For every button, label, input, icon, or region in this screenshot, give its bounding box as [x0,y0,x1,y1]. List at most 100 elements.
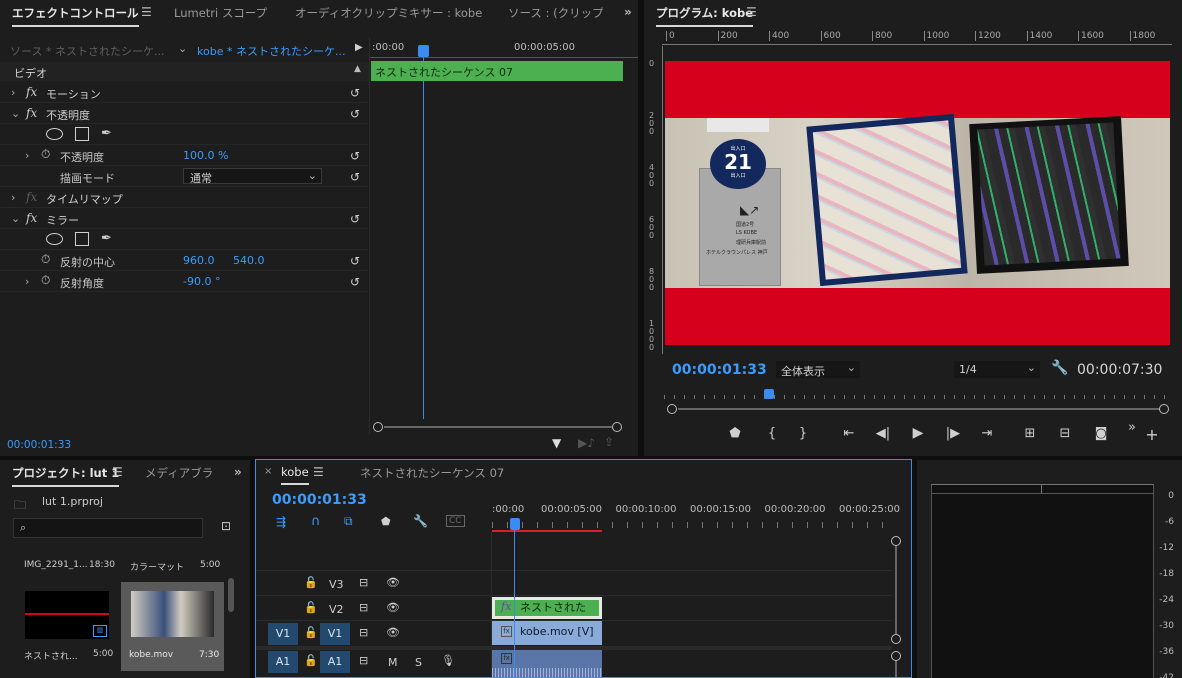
reflect-angle-row[interactable]: › ⏱ 反射角度 -90.0 ° ↺ [0,271,368,292]
snap-icon[interactable]: ∩ [311,514,321,529]
track-target-a1[interactable]: A1 [320,651,350,673]
expand-chevron-icon[interactable]: › [25,149,29,162]
fx-icon[interactable]: fx [26,85,37,99]
panel-menu-icon[interactable]: ☰ [112,465,123,479]
add-button-icon[interactable]: + [1142,425,1162,444]
reflect-angle-value[interactable]: -90.0 ° [183,275,220,288]
mark-out-icon[interactable]: } [793,426,813,441]
reflect-center-y[interactable]: 540.0 [233,254,265,267]
wrench-icon[interactable]: 🔧 [1051,360,1068,376]
more-panels-icon[interactable]: » [624,5,632,19]
collapse-chevron-icon[interactable]: ⌄ [11,107,20,120]
v-scroll-handle-top[interactable] [891,536,901,546]
collapse-chevron-icon[interactable]: ⌄ [11,212,20,225]
linked-selection-icon[interactable]: ⧉ [344,514,353,529]
stopwatch-icon[interactable]: ⏱ [41,252,50,267]
panel-menu-icon[interactable]: ☰ [746,5,757,19]
resolution-select[interactable]: 1/4 ⌄ [954,361,1040,378]
tab-project[interactable]: プロジェクト: lut 1 [12,465,120,487]
solo-button[interactable]: S [415,656,422,669]
pen-mask-icon[interactable]: ✒ [101,126,112,141]
timeline-playhead-head[interactable] [510,518,520,530]
zoom-handle-right[interactable] [1159,404,1169,414]
reflect-center-x[interactable]: 960.0 [183,254,215,267]
ec-timecode[interactable]: 00:00:01:33 [7,439,71,451]
rectangle-mask-icon[interactable] [75,127,89,141]
tab-sequence-kobe[interactable]: kobe [281,465,309,485]
close-icon[interactable]: × [264,466,272,477]
reset-icon[interactable]: ↺ [350,149,360,163]
track-label-v2[interactable]: V2 [329,603,344,616]
timeline-timecode[interactable]: 00:00:01:33 [272,492,367,508]
v-scroll-handle-bottom[interactable] [891,634,901,644]
nest-toggle-icon[interactable]: ⇶ [276,515,286,529]
expand-chevron-icon[interactable]: › [11,191,15,204]
tab-program[interactable]: プログラム: kobe [656,5,754,27]
add-marker-icon[interactable]: ⬟ [725,426,745,441]
reset-icon[interactable]: ↺ [350,212,360,226]
reset-icon[interactable]: ↺ [350,254,360,268]
nested-sequence-clip[interactable]: fx ネストされた [492,597,602,619]
v-scrollbar[interactable] [895,546,897,634]
project-scrollbar[interactable] [228,578,234,612]
fit-select[interactable]: 全体表示 ⌄ [776,361,860,378]
step-back-icon[interactable]: ◀| [873,426,893,441]
reset-icon[interactable]: ↺ [350,107,360,121]
kobe-audio-clip[interactable]: fx [492,650,602,677]
a-scroll-handle-top[interactable] [891,651,901,661]
mark-in-icon[interactable]: { [762,426,782,441]
ellipse-mask-icon[interactable] [46,128,63,140]
panel-menu-icon[interactable]: ☰ [141,5,152,19]
panel-menu-icon[interactable]: ☰ [313,465,324,479]
kobe-video-clip[interactable]: fx kobe.mov [V] [492,621,602,645]
a-scrollbar[interactable] [895,661,897,677]
reset-icon[interactable]: ↺ [350,275,360,289]
lock-icon[interactable]: 🔓 [304,654,318,667]
go-to-in-icon[interactable]: ⇤ [839,426,859,441]
extract-icon[interactable]: ⊟ [1055,426,1075,441]
work-area-bar[interactable] [492,530,602,532]
scroll-handle-right[interactable] [612,422,622,432]
bin-item[interactable]: IMG_2291_1... 18:30 [19,552,117,582]
chevron-down-icon[interactable]: ⌄ [178,42,187,55]
sync-lock-icon[interactable]: ⊟ [359,601,368,614]
add-marker-icon[interactable]: ⬟ [381,515,391,528]
source-patch-v1[interactable]: V1 [268,623,298,645]
lock-icon[interactable]: 🔓 [304,626,318,639]
track-label-v3[interactable]: V3 [329,578,344,591]
export-frame-icon[interactable]: ◙ [1091,426,1111,441]
reflect-center-row[interactable]: ⏱ 反射の中心 960.0 540.0 ↺ [0,250,368,271]
sync-lock-icon[interactable]: ⊟ [359,654,368,667]
filter-icon[interactable]: ▼ [552,436,561,450]
ec-playhead-head[interactable] [418,45,429,57]
go-to-out-icon[interactable]: ⇥ [977,426,997,441]
bin-item-thumbnail[interactable]: ▥ [25,591,109,639]
lift-icon[interactable]: ⊞ [1020,426,1040,441]
lock-icon[interactable]: 🔓 [304,576,318,589]
ec-scrollbar[interactable] [384,426,612,428]
opacity-row[interactable]: ⌄ fx 不透明度 ↺ [0,103,368,124]
source-patch-a1[interactable]: A1 [268,651,298,673]
new-bin-icon[interactable]: ⊡ [221,519,231,533]
step-forward-icon[interactable]: |▶ [943,426,963,441]
sync-lock-icon[interactable]: ⊟ [359,626,368,639]
tab-audio-clip-mixer[interactable]: オーディオクリップミキサー : kobe [295,5,482,21]
zoom-handle-left[interactable] [667,404,677,414]
ellipse-mask-icon[interactable] [46,233,63,245]
stopwatch-icon[interactable]: ⏱ [41,147,50,162]
track-target-v1[interactable]: V1 [320,623,350,645]
fx-icon[interactable]: fx [26,106,37,120]
eye-icon[interactable]: 👁 [386,601,400,614]
tab-media-browser[interactable]: メディアブラ [145,465,213,481]
more-controls-icon[interactable]: » [1122,420,1142,435]
stopwatch-icon[interactable]: ⏱ [41,273,50,288]
expand-chevron-icon[interactable]: › [25,275,29,288]
zoom-bar[interactable] [678,408,1160,410]
microphone-icon[interactable]: 🎙 [441,654,455,667]
sequence-clip-selector[interactable]: kobe * ネストされたシーケ... [197,43,345,59]
sync-lock-icon[interactable]: ⊟ [359,576,368,589]
motion-row[interactable]: › fx モーション ↺ [0,82,368,103]
eye-icon[interactable]: 👁 [386,626,400,639]
scrubber-playhead[interactable] [764,389,774,399]
opacity-value[interactable]: 100.0 % [183,149,228,162]
